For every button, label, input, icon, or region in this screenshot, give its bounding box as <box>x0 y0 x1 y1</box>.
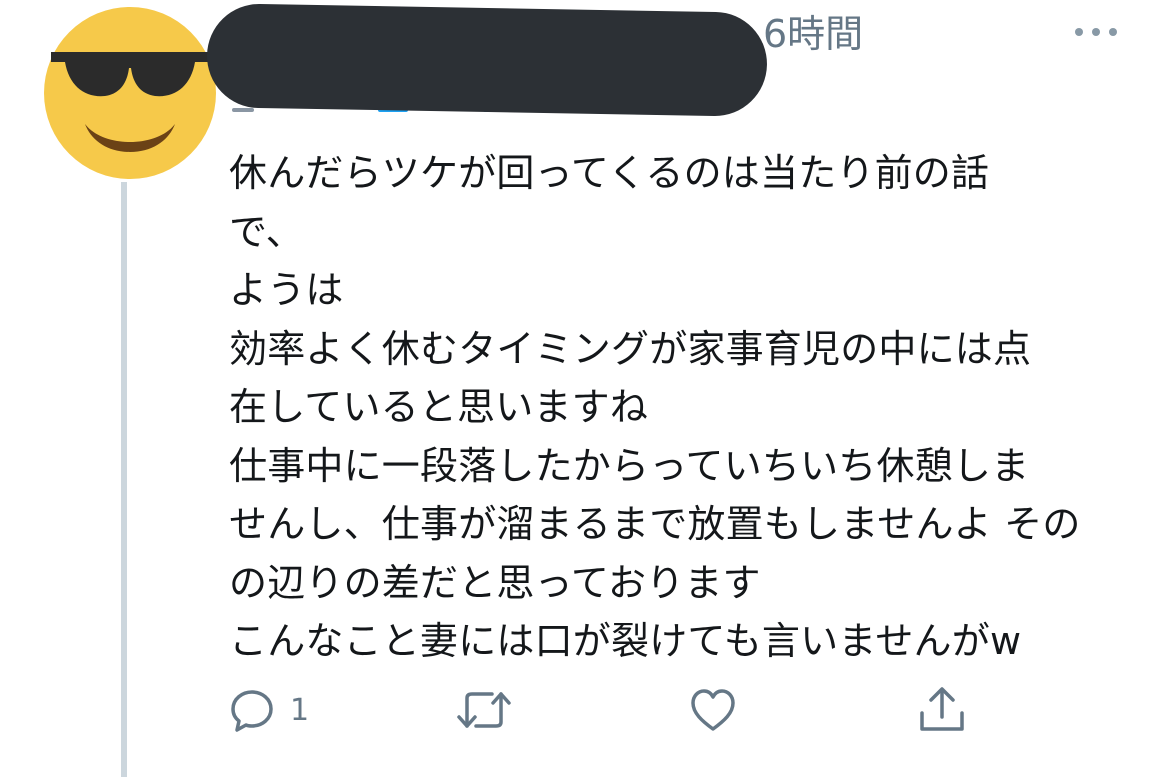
retweet-button[interactable] <box>456 682 512 738</box>
reply-button[interactable]: 1 <box>228 682 309 738</box>
tweet-text-line: で、 <box>229 209 304 254</box>
share-button[interactable] <box>916 682 968 738</box>
tweet-text-line: 仕事中に一段落したからっていちいち休憩しま <box>229 443 1030 488</box>
tweet-text: 休んだらツケが回ってくるのは当たり前の話 で、 ようは 効率よく休むタイミングが… <box>229 144 1129 671</box>
sunglasses-emoji-icon <box>44 7 216 179</box>
retweet-icon <box>457 692 511 728</box>
tweet-text-line: こんなこと妻には口が裂けても言いませんがw <box>229 619 1022 663</box>
tweet-text-line: 効率よく休むタイミングが家事育児の中には点 <box>229 326 1032 371</box>
tweet-timestamp[interactable]: 6時間 <box>763 12 863 56</box>
avatar[interactable] <box>43 6 217 180</box>
tweet-text-line: の辺りの差だと思っております <box>229 560 761 605</box>
tweet-text-line: 在していると思いますね <box>229 385 649 429</box>
reply-bubble-icon <box>231 690 273 732</box>
heart-icon <box>691 689 735 731</box>
tweet-text-line: 休んだらツケが回ってくるのは当たり前の話 <box>229 151 990 195</box>
more-dots-icon[interactable] <box>1075 22 1117 42</box>
share-icon <box>920 687 964 731</box>
tweet[interactable]: 6時間 休んだらツケが回ってくるのは当たり前の話 で、 ようは 効率よく休むタイ… <box>0 0 1169 777</box>
tweet-text-line: せんし、仕事が溜まるまで放置もしませんよ その <box>229 502 1081 546</box>
tweet-action-bar: 1 <box>0 682 1169 742</box>
like-button[interactable] <box>688 682 738 738</box>
tweet-text-line: ようは <box>229 268 344 312</box>
redacted-username <box>206 3 768 117</box>
reply-count: 1 <box>290 692 310 728</box>
